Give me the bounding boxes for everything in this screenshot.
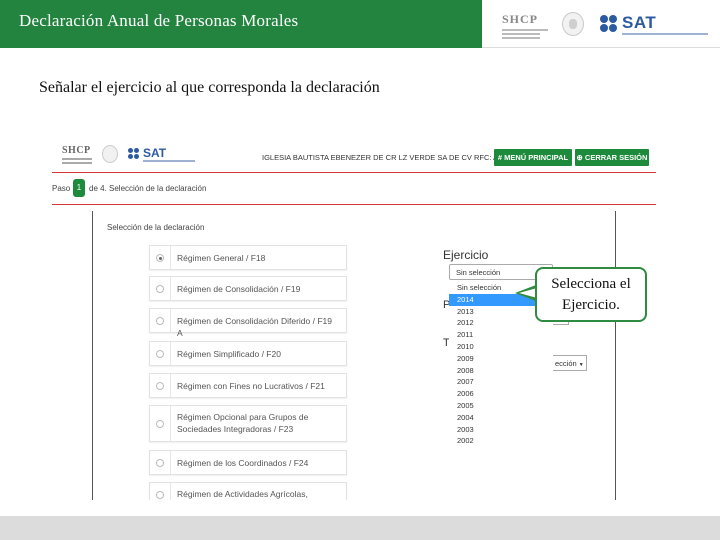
step-divider xyxy=(52,204,656,205)
dropdown-option[interactable]: 2011 xyxy=(449,329,553,341)
regimen-option[interactable]: Régimen Opcional para Grupos de Sociedad… xyxy=(149,405,347,442)
radio-button[interactable] xyxy=(156,317,164,325)
coat-of-arms-icon xyxy=(562,12,584,36)
callout-text: Selecciona el Ejercicio. xyxy=(551,276,631,313)
dropdown-option[interactable]: 2006 xyxy=(449,388,553,400)
app-coat-of-arms-icon xyxy=(102,145,118,163)
radio-button[interactable] xyxy=(156,285,164,293)
regimen-label: Régimen con Fines no Lucrativos / F21 xyxy=(177,381,325,391)
radio-button[interactable] xyxy=(156,459,164,467)
dropdown-option[interactable]: 2004 xyxy=(449,412,553,424)
logout-button[interactable]: ⊕ CERRAR SESIÓN xyxy=(575,149,649,166)
app-header: SHCP SAT IGLESIA BAUTISTA EBENEZER DE CR… xyxy=(52,140,656,174)
app-shcp-logo: SHCP xyxy=(62,145,92,164)
ejercicio-label: Ejercicio xyxy=(443,248,489,262)
regimen-label: Régimen de los Coordinados / F24 xyxy=(177,458,309,468)
regimen-label: Régimen de Consolidación Diferido / F19 … xyxy=(177,316,332,338)
main-menu-button[interactable]: # MENÚ PRINCIPAL xyxy=(494,149,572,166)
radio-button[interactable] xyxy=(156,491,164,499)
regimen-option[interactable]: Régimen Simplificado / F20 xyxy=(149,341,347,366)
sat-logo-text: SAT xyxy=(622,13,657,32)
header-divider xyxy=(52,172,656,173)
regimen-label: Régimen de Actividades Agrícolas, xyxy=(177,489,308,499)
shcp-logo-text: SHCP xyxy=(502,12,539,26)
callout-box: Selecciona el Ejercicio. xyxy=(535,267,647,322)
dropdown-option[interactable]: 2007 xyxy=(449,376,553,388)
partial-select-text: ección xyxy=(555,359,577,368)
radio-button[interactable] xyxy=(156,350,164,358)
radio-button[interactable] xyxy=(156,382,164,390)
dropdown-option[interactable]: 2010 xyxy=(449,341,553,353)
sat-logo-subtitle xyxy=(622,33,708,35)
slide-header: Declaración Anual de Personas Morales SH… xyxy=(0,0,720,48)
regimen-option[interactable]: Régimen de Consolidación / F19 xyxy=(149,276,347,301)
radio-button[interactable] xyxy=(156,420,164,428)
sat-dots-icon xyxy=(600,15,618,33)
app-sat-logo-text: SAT xyxy=(143,146,167,160)
step-number-badge: 1 xyxy=(73,179,85,197)
shcp-logo: SHCP xyxy=(502,12,556,39)
dropdown-option[interactable]: 2009 xyxy=(449,353,553,365)
selection-panel: Selección de la declaración Régimen Gene… xyxy=(92,211,616,500)
app-sat-dots-icon xyxy=(128,148,140,160)
bottom-bar xyxy=(0,516,720,540)
partial-select[interactable]: ección ▼ xyxy=(553,355,587,371)
title-band: Declaración Anual de Personas Morales xyxy=(0,0,482,48)
radio-button[interactable] xyxy=(156,254,164,262)
regimen-label: Régimen General / F18 xyxy=(177,253,266,263)
instruction-text: Señalar el ejercicio al que corresponda … xyxy=(39,79,380,96)
regimen-label: Régimen Opcional para Grupos de Sociedad… xyxy=(177,412,309,434)
regimen-option[interactable]: Régimen General / F18 xyxy=(149,245,347,270)
regimen-option[interactable]: Régimen de Consolidación Diferido / F19 … xyxy=(149,308,347,338)
dropdown-option[interactable]: 2003 xyxy=(449,424,553,436)
step-title: de 4. Selección de la declaración xyxy=(89,184,207,193)
regimen-option[interactable]: Régimen con Fines no Lucrativos / F21 xyxy=(149,373,347,398)
selection-title: Selección de la declaración xyxy=(107,223,205,232)
dropdown-option[interactable]: 2002 xyxy=(449,435,553,447)
header-logos: SHCP SAT xyxy=(496,8,716,42)
slide-title: Declaración Anual de Personas Morales xyxy=(19,11,299,30)
ejercicio-selected-value: Sin selección xyxy=(456,268,501,277)
regimen-label: Régimen de Consolidación / F19 xyxy=(177,284,301,294)
regimen-option[interactable]: Régimen de Actividades Agrícolas, xyxy=(149,482,347,500)
dropdown-option[interactable]: 2008 xyxy=(449,365,553,377)
dropdown-option[interactable]: 2005 xyxy=(449,400,553,412)
regimen-option[interactable]: Régimen de los Coordinados / F24 xyxy=(149,450,347,475)
step-label: Paso xyxy=(52,184,71,193)
regimen-label: Régimen Simplificado / F20 xyxy=(177,349,281,359)
app-shcp-logo-text: SHCP xyxy=(62,145,91,156)
